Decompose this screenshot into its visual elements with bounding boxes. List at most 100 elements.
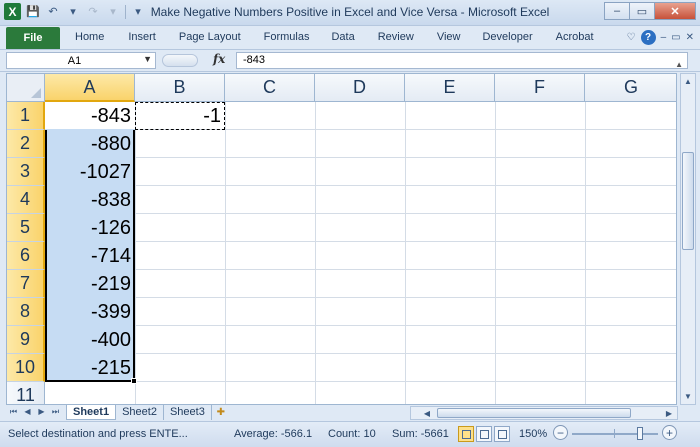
column-header-g[interactable]: G: [585, 74, 676, 102]
row-header-2[interactable]: 2: [7, 130, 45, 158]
column-header-f[interactable]: F: [495, 74, 585, 102]
status-bar: Select destination and press ENTE... Ave…: [0, 421, 700, 447]
workbook-minimize-icon[interactable]: –: [661, 32, 667, 43]
tab-data[interactable]: Data: [331, 31, 354, 43]
column-header-c[interactable]: C: [225, 74, 315, 102]
next-sheet-icon[interactable]: ▶: [36, 407, 47, 417]
scroll-right-icon[interactable]: ▶: [663, 407, 675, 419]
excel-logo-icon[interactable]: X: [4, 3, 21, 20]
row-header-3[interactable]: 3: [7, 158, 45, 186]
tab-view[interactable]: View: [437, 31, 461, 43]
cell-a1[interactable]: -843: [45, 102, 135, 130]
cell-a8[interactable]: -399: [45, 298, 135, 326]
zoom-slider-thumb[interactable]: [637, 427, 643, 440]
status-sum: Sum: -5661: [392, 428, 449, 440]
row-header-6[interactable]: 6: [7, 242, 45, 270]
undo-icon[interactable]: ↶: [45, 4, 61, 20]
formula-bar: A1 ▼ fx -843 ▲: [0, 50, 700, 72]
zoom-out-icon[interactable]: −: [553, 425, 568, 440]
formula-input[interactable]: -843 ▲: [236, 52, 688, 69]
row-header-11[interactable]: 11: [7, 382, 45, 404]
insert-worksheet-icon[interactable]: ✚: [212, 405, 230, 420]
help-icon[interactable]: ?: [640, 30, 656, 45]
first-sheet-icon[interactable]: ⏮: [8, 407, 19, 417]
horizontal-scrollbar[interactable]: ◀ ▶: [410, 406, 678, 420]
row-header-7[interactable]: 7: [7, 270, 45, 298]
zoom-level[interactable]: 150%: [519, 428, 547, 440]
close-button[interactable]: ✕: [654, 2, 696, 20]
cell-a6[interactable]: -714: [45, 242, 135, 270]
horizontal-scroll-thumb[interactable]: [437, 408, 631, 418]
name-box[interactable]: A1 ▼: [6, 52, 156, 69]
vertical-scroll-thumb[interactable]: [682, 152, 694, 250]
minimize-ribbon-icon[interactable]: ♡: [627, 32, 636, 43]
tab-formulas[interactable]: Formulas: [264, 31, 310, 43]
scroll-down-icon[interactable]: ▼: [681, 389, 695, 404]
redo-icon[interactable]: ↷: [85, 4, 101, 20]
row-header-1[interactable]: 1: [7, 102, 45, 130]
fill-handle[interactable]: [131, 378, 137, 384]
tab-home[interactable]: Home: [75, 31, 104, 43]
page-layout-view-button[interactable]: [476, 426, 492, 442]
status-count: Count: 10: [328, 428, 376, 440]
gridline: [45, 157, 676, 158]
minimize-button[interactable]: –: [604, 2, 630, 20]
column-header-b[interactable]: B: [135, 74, 225, 102]
workbook-close-icon[interactable]: ✕: [686, 32, 694, 43]
sheet-tab-sheet1[interactable]: Sheet1: [66, 405, 117, 420]
sheet-tabs: Sheet1 Sheet2 Sheet3 ✚: [66, 405, 230, 420]
save-icon[interactable]: 💾: [25, 4, 41, 20]
row-header-10[interactable]: 10: [7, 354, 45, 382]
column-header-e[interactable]: E: [405, 74, 495, 102]
sheet-tab-sheet2[interactable]: Sheet2: [116, 405, 164, 420]
redo-dropdown-icon[interactable]: ▾: [105, 4, 121, 20]
spreadsheet-grid[interactable]: A B C D E F G 1 2 3 4 5 6 7 8 9 10 11 -8…: [6, 73, 677, 405]
row-header-9[interactable]: 9: [7, 326, 45, 354]
formula-bar-grip-icon[interactable]: [162, 54, 198, 67]
scroll-left-icon[interactable]: ◀: [421, 407, 433, 419]
page-break-preview-button[interactable]: [494, 426, 510, 442]
insert-function-icon[interactable]: fx: [213, 52, 225, 66]
row-header-8[interactable]: 8: [7, 298, 45, 326]
tab-acrobat[interactable]: Acrobat: [556, 31, 594, 43]
last-sheet-icon[interactable]: ⏭: [50, 407, 61, 417]
tab-developer[interactable]: Developer: [482, 31, 532, 43]
name-box-dropdown-icon[interactable]: ▼: [143, 54, 152, 64]
tab-file[interactable]: File: [6, 27, 60, 49]
cell-a2[interactable]: -880: [45, 130, 135, 158]
expand-formula-bar-icon[interactable]: ▲: [675, 57, 683, 72]
gridline: [45, 325, 676, 326]
row-header-5[interactable]: 5: [7, 214, 45, 242]
scroll-up-icon[interactable]: ▲: [681, 74, 695, 89]
normal-view-button[interactable]: [458, 426, 474, 442]
cell-a9[interactable]: -400: [45, 326, 135, 354]
vertical-scrollbar[interactable]: ▲ ▼: [680, 73, 696, 405]
cell-a10[interactable]: -215: [45, 354, 135, 382]
column-header-a[interactable]: A: [45, 74, 135, 102]
restore-button[interactable]: ▭: [629, 2, 655, 20]
tab-page-layout[interactable]: Page Layout: [179, 31, 241, 43]
zoom-slider[interactable]: [572, 433, 658, 435]
normal-view-icon: [461, 429, 471, 439]
cell-a7[interactable]: -219: [45, 270, 135, 298]
sheet-tab-sheet3[interactable]: Sheet3: [164, 405, 212, 420]
tab-review[interactable]: Review: [378, 31, 414, 43]
previous-sheet-icon[interactable]: ◀: [22, 407, 33, 417]
workbook-restore-icon[interactable]: ▭: [671, 32, 680, 43]
window-controls: – ▭ ✕: [604, 2, 696, 20]
customize-toolbar-icon[interactable]: ▾: [130, 4, 146, 20]
view-buttons: [458, 426, 510, 442]
tab-insert[interactable]: Insert: [128, 31, 156, 43]
row-header-4[interactable]: 4: [7, 186, 45, 214]
column-header-d[interactable]: D: [315, 74, 405, 102]
cell-a3[interactable]: -1027: [45, 158, 135, 186]
status-message: Select destination and press ENTE...: [8, 428, 188, 440]
title-bar: X 💾 ↶ ▾ ↷ ▾ ▾ Make Negative Numbers Posi…: [0, 0, 700, 26]
select-all-button[interactable]: [7, 74, 45, 102]
cell-a4[interactable]: -838: [45, 186, 135, 214]
cell-b1[interactable]: -1: [135, 102, 225, 130]
zoom-in-icon[interactable]: +: [662, 425, 677, 440]
cell-a5[interactable]: -126: [45, 214, 135, 242]
name-box-value: A1: [67, 55, 82, 67]
undo-dropdown-icon[interactable]: ▾: [65, 4, 81, 20]
